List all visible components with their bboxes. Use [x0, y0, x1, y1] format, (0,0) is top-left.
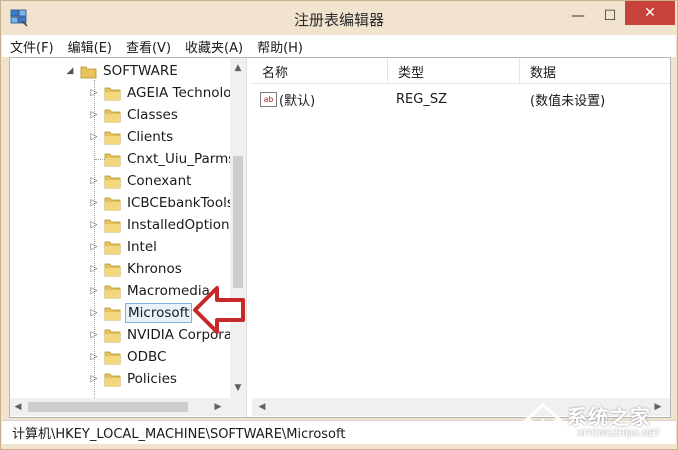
tree-item-label: Clients	[127, 129, 174, 145]
tree-item-label: Classes	[127, 107, 178, 123]
tree-item-conexant[interactable]: ▷ Conexant	[88, 170, 193, 192]
collapsed-arrow-icon[interactable]: ▷	[88, 258, 100, 280]
registry-values-list: 名称 类型 数据 ab (默认) REG_SZ (数值未设置) ◀ ▶	[252, 58, 670, 417]
minimize-button[interactable]: —	[561, 1, 595, 31]
tree-vertical-scrollbar[interactable]: ▲ ▼	[230, 58, 246, 398]
folder-icon	[104, 307, 121, 320]
folder-icon	[104, 87, 121, 100]
tree-item-classes[interactable]: ▷ Classes	[88, 104, 180, 126]
registry-tree: ◢ SOFTWARE ▷ AGEIA Technologies ▷ Classe…	[10, 58, 251, 417]
string-value-icon: ab	[260, 91, 277, 107]
list-header: 名称 类型 数据	[252, 58, 670, 84]
scroll-left-arrow-icon[interactable]: ◀	[10, 399, 26, 415]
folder-icon	[104, 373, 121, 386]
tree-item-label: Cnxt_Uiu_Parms	[127, 151, 236, 167]
collapsed-arrow-icon[interactable]: ▷	[88, 214, 100, 236]
tree-item-policies[interactable]: ▷ Policies	[88, 368, 179, 390]
menu-view[interactable]: 查看(V)	[126, 37, 171, 56]
menu-edit[interactable]: 编辑(E)	[68, 37, 112, 56]
menu-bar: 文件(F) 编辑(E) 查看(V) 收藏夹(A) 帮助(H)	[2, 35, 676, 57]
tree-item-odbc[interactable]: ▷ ODBC	[88, 346, 168, 368]
tree-item-cnxt-uiu-parms[interactable]: Cnxt_Uiu_Parms	[88, 148, 237, 170]
folder-icon	[104, 219, 121, 232]
folder-icon	[104, 329, 121, 342]
tree-item-label: SOFTWARE	[103, 63, 178, 79]
tree-item-icbcebanktools[interactable]: ▷ ICBCEbankTools	[88, 192, 236, 214]
red-pointer-arrow-icon	[193, 286, 245, 334]
tree-horizontal-scroll-thumb[interactable]	[28, 402, 188, 412]
tree-item-label: Policies	[127, 371, 177, 387]
watermark-subtext: XITONGZHIJIA.NET	[577, 429, 660, 439]
maximize-icon: ☐	[603, 8, 617, 24]
column-header-data[interactable]: 数据	[520, 58, 670, 84]
tree-item-label: Intel	[127, 239, 157, 255]
tree-item-software[interactable]: ◢ SOFTWARE	[64, 60, 180, 82]
close-icon: ✕	[644, 5, 656, 21]
tree-item-label: ICBCEbankTools	[127, 195, 234, 211]
menu-favorites[interactable]: 收藏夹(A)	[185, 37, 243, 56]
tree-item-intel[interactable]: ▷ Intel	[88, 236, 159, 258]
tree-item-label: Microsoft	[125, 303, 193, 323]
value-name-cell: ab (默认)	[252, 88, 388, 110]
tree-item-khronos[interactable]: ▷ Khronos	[88, 258, 184, 280]
folder-icon	[104, 109, 121, 122]
title-bar[interactable]: 注册表编辑器 — ☐ ✕	[1, 1, 677, 35]
watermark-house-icon	[521, 402, 565, 439]
collapsed-arrow-icon[interactable]: ▷	[88, 280, 100, 302]
close-button[interactable]: ✕	[625, 1, 675, 25]
watermark-text: 系统之家	[567, 405, 651, 429]
expanded-arrow-icon[interactable]: ◢	[64, 60, 76, 82]
collapsed-arrow-icon[interactable]: ▷	[88, 346, 100, 368]
folder-open-icon	[80, 66, 97, 78]
value-type: REG_SZ	[396, 91, 447, 107]
folder-icon	[104, 241, 121, 254]
watermark-logo: 系统之家 XITONGZHIJIA.NET	[519, 397, 677, 445]
folder-icon	[104, 197, 121, 210]
scroll-left-arrow-icon[interactable]: ◀	[254, 399, 270, 415]
collapsed-arrow-icon[interactable]: ▷	[88, 126, 100, 148]
collapsed-arrow-icon[interactable]: ▷	[88, 302, 100, 324]
collapsed-arrow-icon[interactable]: ▷	[88, 192, 100, 214]
scroll-up-arrow-icon[interactable]: ▲	[230, 60, 246, 76]
tree-connector-line	[95, 159, 105, 160]
folder-icon	[104, 131, 121, 144]
tree-horizontal-scrollbar[interactable]: ◀ ▶	[10, 398, 246, 416]
value-name: (默认)	[279, 93, 316, 109]
scroll-down-arrow-icon[interactable]: ▼	[230, 380, 246, 396]
collapsed-arrow-icon[interactable]: ▷	[88, 368, 100, 390]
value-data: (数值未设置)	[530, 93, 606, 109]
folder-icon	[104, 263, 121, 276]
collapsed-arrow-icon[interactable]: ▷	[88, 104, 100, 126]
folder-icon	[104, 285, 121, 298]
collapsed-arrow-icon[interactable]: ▷	[88, 170, 100, 192]
tree-item-label: InstalledOptions	[127, 217, 237, 233]
folder-icon	[104, 351, 121, 364]
menu-help[interactable]: 帮助(H)	[257, 37, 303, 56]
scroll-right-arrow-icon[interactable]: ▶	[210, 399, 226, 415]
folder-icon	[104, 153, 121, 166]
tree-item-clients[interactable]: ▷ Clients	[88, 126, 175, 148]
tree-item-microsoft[interactable]: ▷ Microsoft	[88, 302, 193, 324]
tree-item-label: ODBC	[127, 349, 167, 365]
minimize-icon: —	[571, 8, 585, 24]
collapsed-arrow-icon[interactable]: ▷	[88, 324, 100, 346]
list-item[interactable]: ab (默认) REG_SZ (数值未设置)	[252, 88, 670, 110]
collapsed-arrow-icon[interactable]: ▷	[88, 236, 100, 258]
tree-item-ageia[interactable]: ▷ AGEIA Technologies	[88, 82, 251, 104]
column-header-name[interactable]: 名称	[252, 58, 388, 84]
column-header-type[interactable]: 类型	[388, 58, 520, 84]
menu-file[interactable]: 文件(F)	[10, 37, 54, 56]
tree-item-label: Conexant	[127, 173, 192, 189]
collapsed-arrow-icon[interactable]: ▷	[88, 82, 100, 104]
maximize-button[interactable]: ☐	[595, 1, 625, 31]
folder-icon	[104, 175, 121, 188]
registry-editor-window: 注册表编辑器 — ☐ ✕ 文件(F) 编辑(E) 查看(V) 收藏夹(A) 帮助…	[0, 0, 678, 450]
content-area: ◢ SOFTWARE ▷ AGEIA Technologies ▷ Classe…	[9, 57, 671, 418]
tree-vertical-scroll-thumb[interactable]	[233, 156, 243, 288]
tree-item-installedoptions[interactable]: ▷ InstalledOptions	[88, 214, 239, 236]
tree-item-label: Khronos	[127, 261, 182, 277]
